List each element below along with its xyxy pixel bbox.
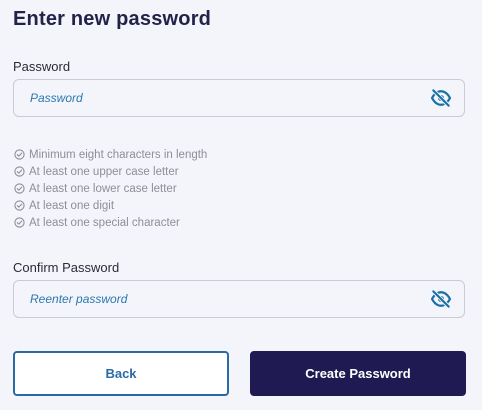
back-button[interactable]: Back	[13, 351, 229, 396]
check-circle-icon	[14, 200, 25, 211]
requirement-item: At least one lower case letter	[14, 180, 207, 197]
check-circle-icon	[14, 183, 25, 194]
requirement-text: At least one digit	[29, 199, 115, 212]
check-circle-icon	[14, 166, 25, 177]
requirement-item: Minimum eight characters in length	[14, 146, 207, 163]
password-visibility-toggle[interactable]	[430, 88, 452, 108]
confirm-password-field-container	[13, 280, 465, 318]
eye-slash-icon	[430, 289, 452, 309]
password-field-container	[13, 79, 465, 117]
check-circle-icon	[14, 149, 25, 160]
password-requirements-list: Minimum eight characters in length At le…	[14, 146, 207, 231]
requirement-text: Minimum eight characters in length	[29, 148, 208, 161]
requirement-item: At least one upper case letter	[14, 163, 207, 180]
confirm-password-label: Confirm Password	[13, 260, 120, 275]
confirm-password-input[interactable]	[30, 281, 410, 317]
requirement-text: At least one special character	[29, 216, 180, 229]
eye-slash-icon	[430, 88, 452, 108]
requirement-text: At least one lower case letter	[29, 182, 177, 195]
password-input[interactable]	[30, 80, 410, 116]
create-password-button[interactable]: Create Password	[250, 351, 466, 396]
password-label: Password	[13, 59, 71, 74]
page-title: Enter new password	[13, 8, 212, 30]
requirement-item: At least one digit	[14, 197, 207, 214]
check-circle-icon	[14, 217, 25, 228]
requirement-item: At least one special character	[14, 214, 207, 231]
confirm-password-visibility-toggle[interactable]	[430, 289, 452, 309]
requirement-text: At least one upper case letter	[29, 165, 179, 178]
